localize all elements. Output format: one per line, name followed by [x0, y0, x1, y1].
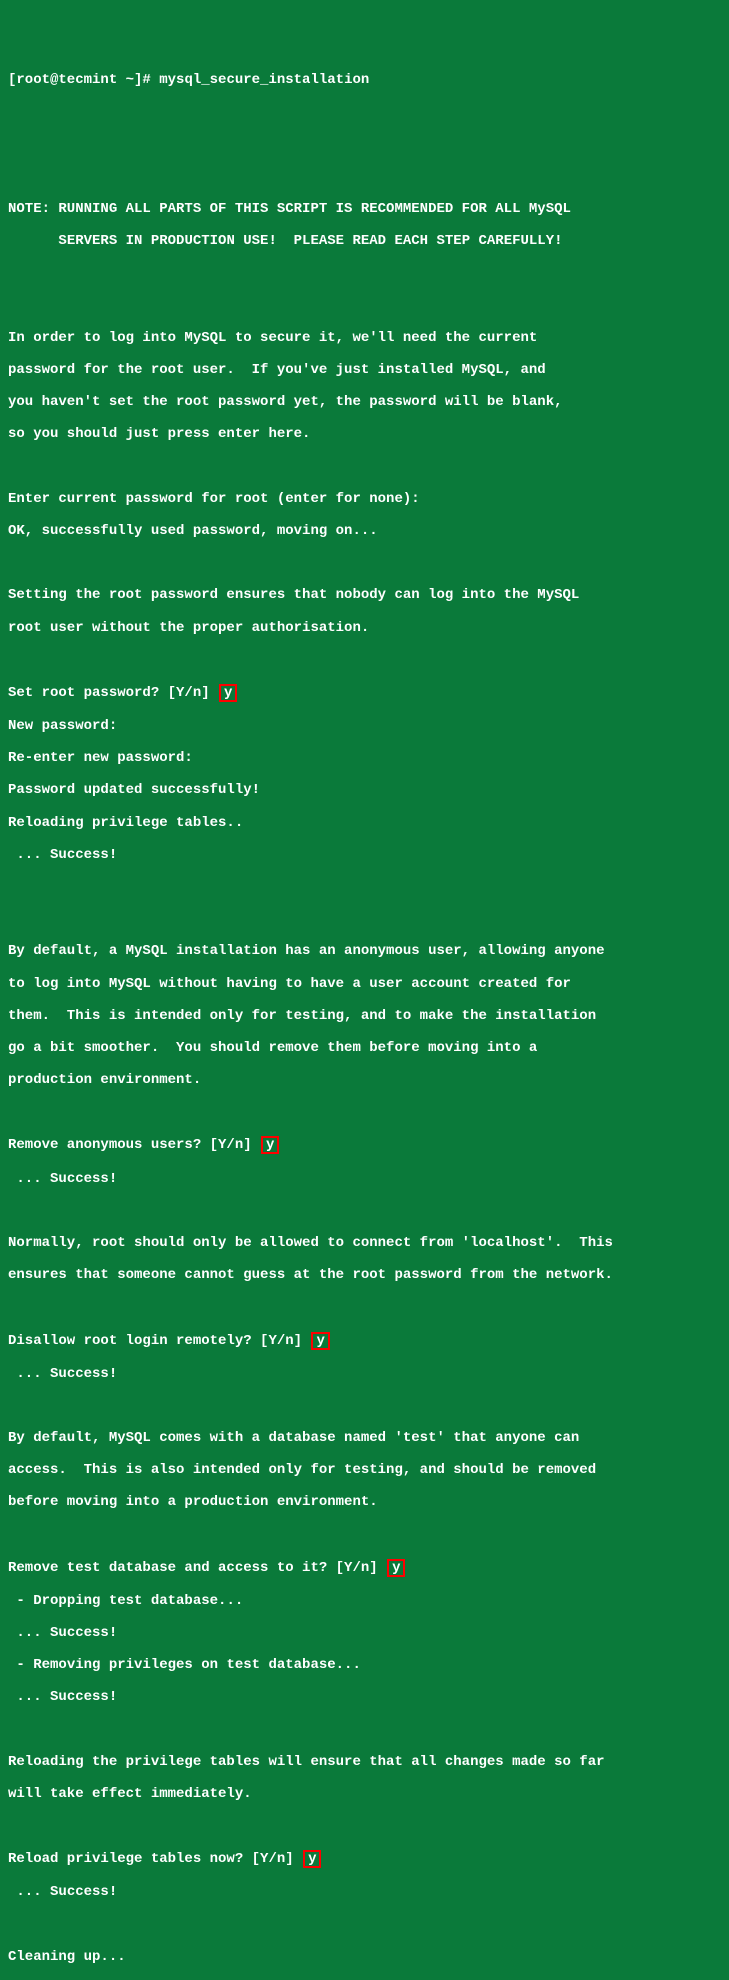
- intro-text: so you should just press enter here.: [8, 426, 721, 442]
- blank-line: [8, 1203, 721, 1219]
- status-ok: OK, successfully used password, moving o…: [8, 523, 721, 539]
- prompt-reenter-password: Re-enter new password:: [8, 750, 721, 766]
- blank-line: [8, 298, 721, 314]
- info-text: will take effect immediately.: [8, 1786, 721, 1802]
- info-text: Normally, root should only be allowed to…: [8, 1235, 721, 1251]
- blank-line: [8, 555, 721, 571]
- status-success: ... Success!: [8, 847, 721, 863]
- blank-line: [8, 1722, 721, 1738]
- status-reloading: Reloading privilege tables..: [8, 815, 721, 831]
- status-success: ... Success!: [8, 1625, 721, 1641]
- status-password-updated: Password updated successfully!: [8, 782, 721, 798]
- blank-line: [8, 1818, 721, 1834]
- prompt-new-password: New password:: [8, 718, 721, 734]
- note-line: NOTE: RUNNING ALL PARTS OF THIS SCRIPT I…: [8, 201, 721, 217]
- blank-line: [8, 105, 721, 121]
- answer-y[interactable]: y: [303, 1850, 321, 1868]
- answer-y[interactable]: y: [261, 1136, 279, 1154]
- blank-line: [8, 169, 721, 185]
- blank-line: [8, 1398, 721, 1414]
- status-cleanup: Cleaning up...: [8, 1949, 721, 1965]
- blank-line: [8, 266, 721, 282]
- info-text: Reloading the privilege tables will ensu…: [8, 1754, 721, 1770]
- blank-line: [8, 1104, 721, 1120]
- blank-line: [8, 1299, 721, 1315]
- info-text: before moving into a production environm…: [8, 1494, 721, 1510]
- intro-text: In order to log into MySQL to secure it,…: [8, 330, 721, 346]
- blank-line: [8, 911, 721, 927]
- intro-text: you haven't set the root password yet, t…: [8, 394, 721, 410]
- info-text: By default, a MySQL installation has an …: [8, 943, 721, 959]
- question-set-root: Set root password? [Y/n] y: [8, 684, 721, 702]
- shell-prompt: [root@tecmint ~]#: [8, 72, 159, 88]
- info-text: to log into MySQL without having to have…: [8, 976, 721, 992]
- status-removing: - Removing privileges on test database..…: [8, 1657, 721, 1673]
- info-text: Setting the root password ensures that n…: [8, 587, 721, 603]
- question-reload-priv: Reload privilege tables now? [Y/n] y: [8, 1850, 721, 1868]
- blank-line: [8, 1527, 721, 1543]
- question-remove-test: Remove test database and access to it? […: [8, 1559, 721, 1577]
- status-success: ... Success!: [8, 1171, 721, 1187]
- command-line: [root@tecmint ~]# mysql_secure_installat…: [8, 72, 721, 88]
- blank-line: [8, 652, 721, 668]
- intro-text: password for the root user. If you've ju…: [8, 362, 721, 378]
- question-remove-anon: Remove anonymous users? [Y/n] y: [8, 1136, 721, 1154]
- blank-line: [8, 459, 721, 475]
- answer-y[interactable]: y: [311, 1332, 329, 1350]
- blank-line: [8, 137, 721, 153]
- info-text: production environment.: [8, 1072, 721, 1088]
- status-dropping: - Dropping test database...: [8, 1593, 721, 1609]
- info-text: By default, MySQL comes with a database …: [8, 1430, 721, 1446]
- info-text: go a bit smoother. You should remove the…: [8, 1040, 721, 1056]
- note-line: SERVERS IN PRODUCTION USE! PLEASE READ E…: [8, 233, 721, 249]
- info-text: them. This is intended only for testing,…: [8, 1008, 721, 1024]
- question-disallow-root: Disallow root login remotely? [Y/n] y: [8, 1332, 721, 1350]
- answer-y[interactable]: y: [219, 684, 237, 702]
- info-text: root user without the proper authorisati…: [8, 620, 721, 636]
- status-success: ... Success!: [8, 1689, 721, 1705]
- blank-line: [8, 1917, 721, 1933]
- info-text: access. This is also intended only for t…: [8, 1462, 721, 1478]
- status-success: ... Success!: [8, 1884, 721, 1900]
- command-text: mysql_secure_installation: [159, 72, 369, 88]
- status-success: ... Success!: [8, 1366, 721, 1382]
- prompt-enter-password: Enter current password for root (enter f…: [8, 491, 721, 507]
- answer-y[interactable]: y: [387, 1559, 405, 1577]
- blank-line: [8, 879, 721, 895]
- info-text: ensures that someone cannot guess at the…: [8, 1267, 721, 1283]
